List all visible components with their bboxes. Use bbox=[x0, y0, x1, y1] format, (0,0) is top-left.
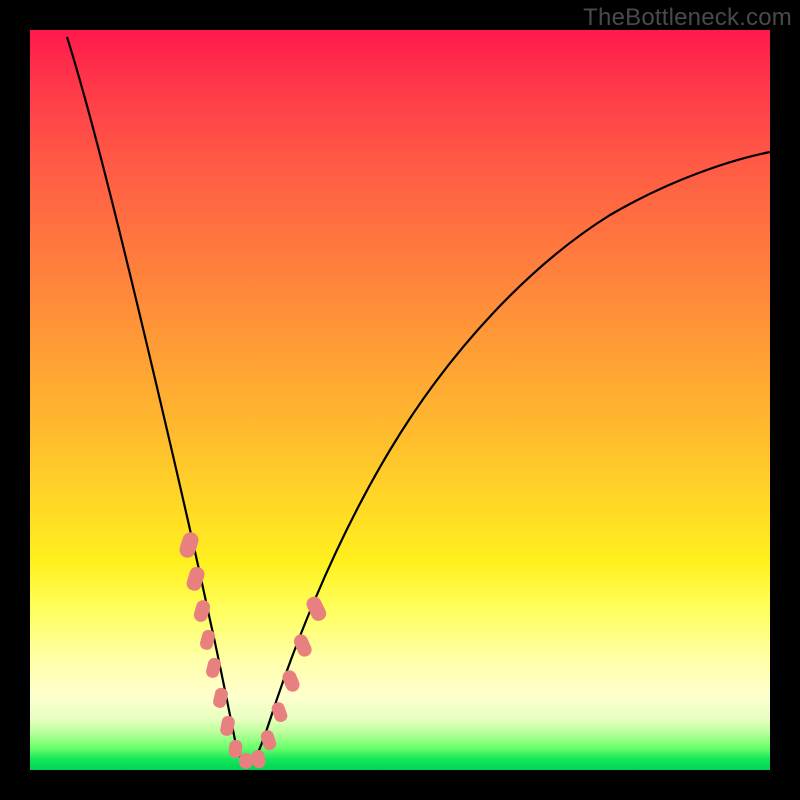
highlight-markers bbox=[177, 530, 328, 769]
chart-frame: TheBottleneck.com bbox=[0, 0, 800, 800]
watermark-text: TheBottleneck.com bbox=[583, 4, 792, 32]
plot-area bbox=[30, 30, 770, 770]
bottleneck-curve-svg bbox=[30, 30, 770, 770]
bottleneck-curve-path bbox=[67, 37, 770, 765]
